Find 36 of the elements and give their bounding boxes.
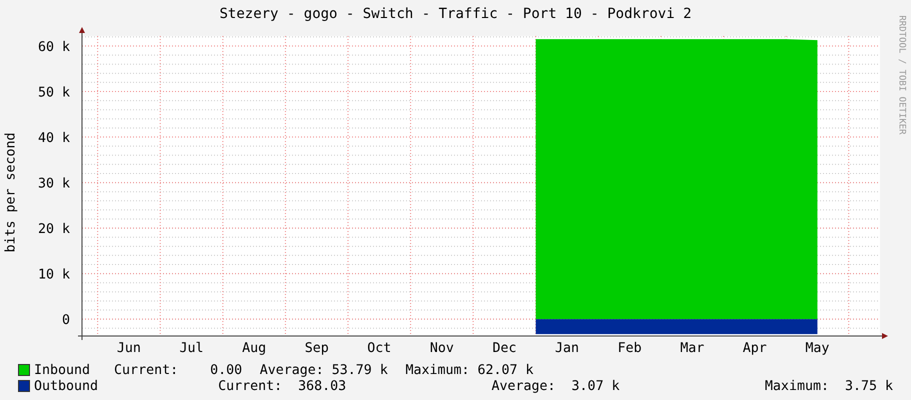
tick-label: Sep [304,341,329,356]
tick-label: 30 k [38,176,70,192]
tick-label: Dec [492,341,516,356]
stat-value: 53.79 k [332,362,388,378]
tick-label: 60 k [38,40,70,56]
tick-label: Apr [742,341,767,356]
tick-label: Feb [618,341,642,356]
stat-label: Average: [260,362,324,378]
stat-value: 3.07 k [570,378,620,394]
legend-label: Outbound [34,378,100,394]
legend-label: Inbound [34,362,92,378]
stat-value: 3.75 k [844,378,893,394]
tick-label: 40 k [38,131,70,146]
tick-label: Jan [555,341,580,356]
tick-label: 0 [62,313,70,328]
chart-title: Stezery - gogo - Switch - Traffic - Port 10 - Podkrovi 2 [219,4,692,22]
tick-label: Oct [367,341,392,356]
tick-label: Mar [680,341,704,356]
stat-label: Current: [218,378,282,394]
tick-label: Aug [242,341,266,356]
tick-label: 50 k [38,86,70,101]
stat-value: 0.00 [209,362,242,378]
stat-label: Maximum: [764,378,829,394]
credit-text: RRDTOOL / TOBI OETIKER [896,15,906,135]
stat-label: Current: [114,362,178,378]
tick-label: Jun [116,341,141,356]
tick-label: May [805,341,830,356]
y-axis-label: bits per second [4,132,18,253]
stat-label: Maximum: [405,362,470,378]
stat-value: 62.07 k [477,362,534,378]
stat-value: 368.03 [297,378,346,394]
tick-label: Jul [180,341,204,356]
stat-label: Average: [492,378,556,394]
tick-label: 20 k [38,222,70,238]
tick-label: 10 k [38,268,70,283]
tick-label: Nov [430,341,454,356]
